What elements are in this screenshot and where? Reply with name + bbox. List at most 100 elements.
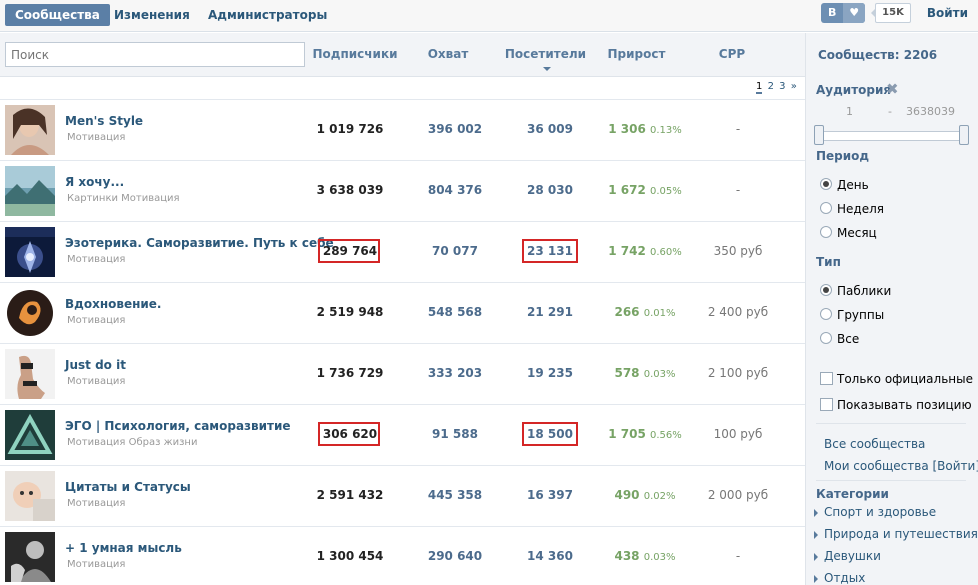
audience-min-value: 1 bbox=[846, 105, 853, 118]
column-subscribers[interactable]: Подписчики bbox=[310, 47, 400, 61]
reach-value: 290 640 bbox=[427, 549, 483, 563]
type-groups-radio[interactable] bbox=[820, 308, 832, 320]
table-row: Вдохновение. Мотивация 2 519 948 548 568… bbox=[0, 282, 805, 343]
community-name[interactable]: Цитаты и Статусы bbox=[65, 480, 191, 494]
period-day-label[interactable]: День bbox=[837, 178, 869, 192]
community-avatar[interactable] bbox=[5, 471, 55, 521]
tab-communities[interactable]: Сообщества bbox=[5, 4, 110, 26]
show-position-label[interactable]: Показывать позицию bbox=[837, 398, 972, 412]
growth-percent: 0.02% bbox=[643, 491, 676, 502]
community-name[interactable]: Эзотерика. Саморазвитие. Путь к себе bbox=[65, 236, 334, 250]
filter-sidebar: Сообществ: 2206 Аудитория ✖ 1 - 3638039 … bbox=[805, 33, 978, 585]
subscribers-value: 1 019 726 bbox=[316, 122, 384, 136]
growth-value: 266 0.01% bbox=[595, 305, 695, 319]
community-name[interactable]: Я хочу... bbox=[65, 175, 124, 189]
period-month-label[interactable]: Месяц bbox=[837, 226, 877, 240]
type-publics-label[interactable]: Паблики bbox=[837, 284, 891, 298]
community-name[interactable]: Вдохновение. bbox=[65, 297, 162, 311]
slider-max-handle[interactable] bbox=[959, 125, 969, 145]
reach-value: 91 588 bbox=[432, 427, 478, 441]
period-week-radio[interactable] bbox=[820, 202, 832, 214]
type-publics-radio[interactable] bbox=[820, 284, 832, 296]
community-avatar[interactable] bbox=[5, 227, 55, 277]
type-all-radio[interactable] bbox=[820, 332, 832, 344]
growth-number: 1 306 bbox=[608, 122, 646, 136]
all-communities-link[interactable]: Все сообщества bbox=[824, 437, 925, 451]
community-avatar[interactable] bbox=[5, 166, 55, 216]
my-communities-link[interactable]: Мои сообщества [Войти] bbox=[824, 459, 978, 473]
community-category: Мотивация bbox=[67, 376, 126, 387]
category-item-nature[interactable]: Природа и путешествия bbox=[814, 527, 978, 541]
community-category: Мотивация bbox=[67, 559, 126, 570]
subscribers-value: 2 591 432 bbox=[316, 488, 384, 502]
visitors-value: 36 009 bbox=[527, 122, 573, 136]
period-day-radio[interactable] bbox=[820, 178, 832, 190]
community-name[interactable]: ЭГО | Психология, саморазвитие bbox=[65, 419, 291, 433]
type-all-label[interactable]: Все bbox=[837, 332, 859, 346]
categories-label: Категории bbox=[816, 487, 889, 501]
community-avatar[interactable] bbox=[5, 410, 55, 460]
community-avatar[interactable] bbox=[5, 288, 55, 338]
subscribers-value: 1 300 454 bbox=[316, 549, 384, 563]
growth-value: 1 306 0.13% bbox=[595, 122, 695, 136]
show-position-checkbox[interactable] bbox=[820, 398, 833, 411]
column-growth[interactable]: Прирост bbox=[604, 47, 669, 61]
column-reach[interactable]: Охват bbox=[418, 47, 478, 61]
table-row: Эзотерика. Саморазвитие. Путь к себе Мот… bbox=[0, 221, 805, 282]
visitors-value: 16 397 bbox=[527, 488, 573, 502]
cpp-value: 350 руб bbox=[713, 244, 763, 258]
column-cpp[interactable]: CPP bbox=[712, 47, 752, 61]
cpp-value: 2 000 руб bbox=[707, 488, 769, 502]
community-category: Мотивация bbox=[67, 498, 126, 509]
page-1[interactable]: 1 bbox=[756, 81, 763, 94]
community-category: Мотивация bbox=[67, 315, 126, 326]
chevron-right-icon bbox=[814, 530, 818, 539]
cpp-value: - bbox=[735, 122, 741, 136]
community-name[interactable]: Just do it bbox=[65, 358, 126, 372]
page-2[interactable]: 2 bbox=[768, 81, 774, 92]
audience-slider-track[interactable] bbox=[821, 131, 969, 141]
community-avatar[interactable] bbox=[5, 105, 55, 155]
only-official-label[interactable]: Только официальные bbox=[837, 372, 973, 386]
type-groups-label[interactable]: Группы bbox=[837, 308, 884, 322]
highlight-box bbox=[318, 422, 380, 446]
community-avatar[interactable] bbox=[5, 532, 55, 582]
growth-number: 578 bbox=[614, 366, 640, 380]
column-visitors[interactable]: Посетители bbox=[503, 47, 588, 75]
table-row: + 1 умная мысль Мотивация 1 300 454 290 … bbox=[0, 526, 805, 585]
visitors-value: 28 030 bbox=[527, 183, 573, 197]
slider-min-handle[interactable] bbox=[814, 125, 824, 145]
clear-filter-icon[interactable]: ✖ bbox=[886, 80, 899, 98]
category-item-sport[interactable]: Спорт и здоровье bbox=[814, 505, 936, 519]
table-header: Подписчики Охват Посетители Прирост CPP bbox=[0, 33, 805, 77]
community-name[interactable]: Men's Style bbox=[65, 114, 143, 128]
subscribers-value: 1 736 729 bbox=[316, 366, 384, 380]
sidebar-divider bbox=[816, 423, 966, 424]
growth-percent: 0.60% bbox=[649, 247, 682, 258]
only-official-checkbox[interactable] bbox=[820, 372, 833, 385]
growth-number: 1 705 bbox=[608, 427, 646, 441]
page-3[interactable]: 3 bbox=[779, 81, 785, 92]
tab-changes[interactable]: Изменения bbox=[104, 4, 200, 26]
next-page[interactable]: » bbox=[791, 81, 797, 92]
growth-percent: 0.05% bbox=[649, 186, 682, 197]
vk-like-button[interactable]: B ♥ bbox=[821, 3, 866, 23]
period-month-radio[interactable] bbox=[820, 226, 832, 238]
category-item-leisure[interactable]: Отдых bbox=[814, 571, 865, 585]
table-row: Men's Style Мотивация 1 019 726 396 002 … bbox=[0, 99, 805, 160]
search-input[interactable] bbox=[5, 42, 305, 67]
sort-down-icon bbox=[543, 66, 551, 71]
visitors-value: 14 360 bbox=[527, 549, 573, 563]
subscribers-value: 2 519 948 bbox=[316, 305, 384, 319]
login-link[interactable]: Войти bbox=[927, 6, 968, 20]
category-label: Отдых bbox=[824, 571, 866, 585]
period-week-label[interactable]: Неделя bbox=[837, 202, 884, 216]
community-name[interactable]: + 1 умная мысль bbox=[65, 541, 182, 555]
tab-admins[interactable]: Администраторы bbox=[198, 4, 337, 26]
community-avatar[interactable] bbox=[5, 349, 55, 399]
growth-number: 1 672 bbox=[608, 183, 646, 197]
cpp-value: 100 руб bbox=[713, 427, 763, 441]
category-item-girls[interactable]: Девушки bbox=[814, 549, 881, 563]
growth-value: 1 742 0.60% bbox=[595, 244, 695, 258]
reach-value: 548 568 bbox=[427, 305, 483, 319]
